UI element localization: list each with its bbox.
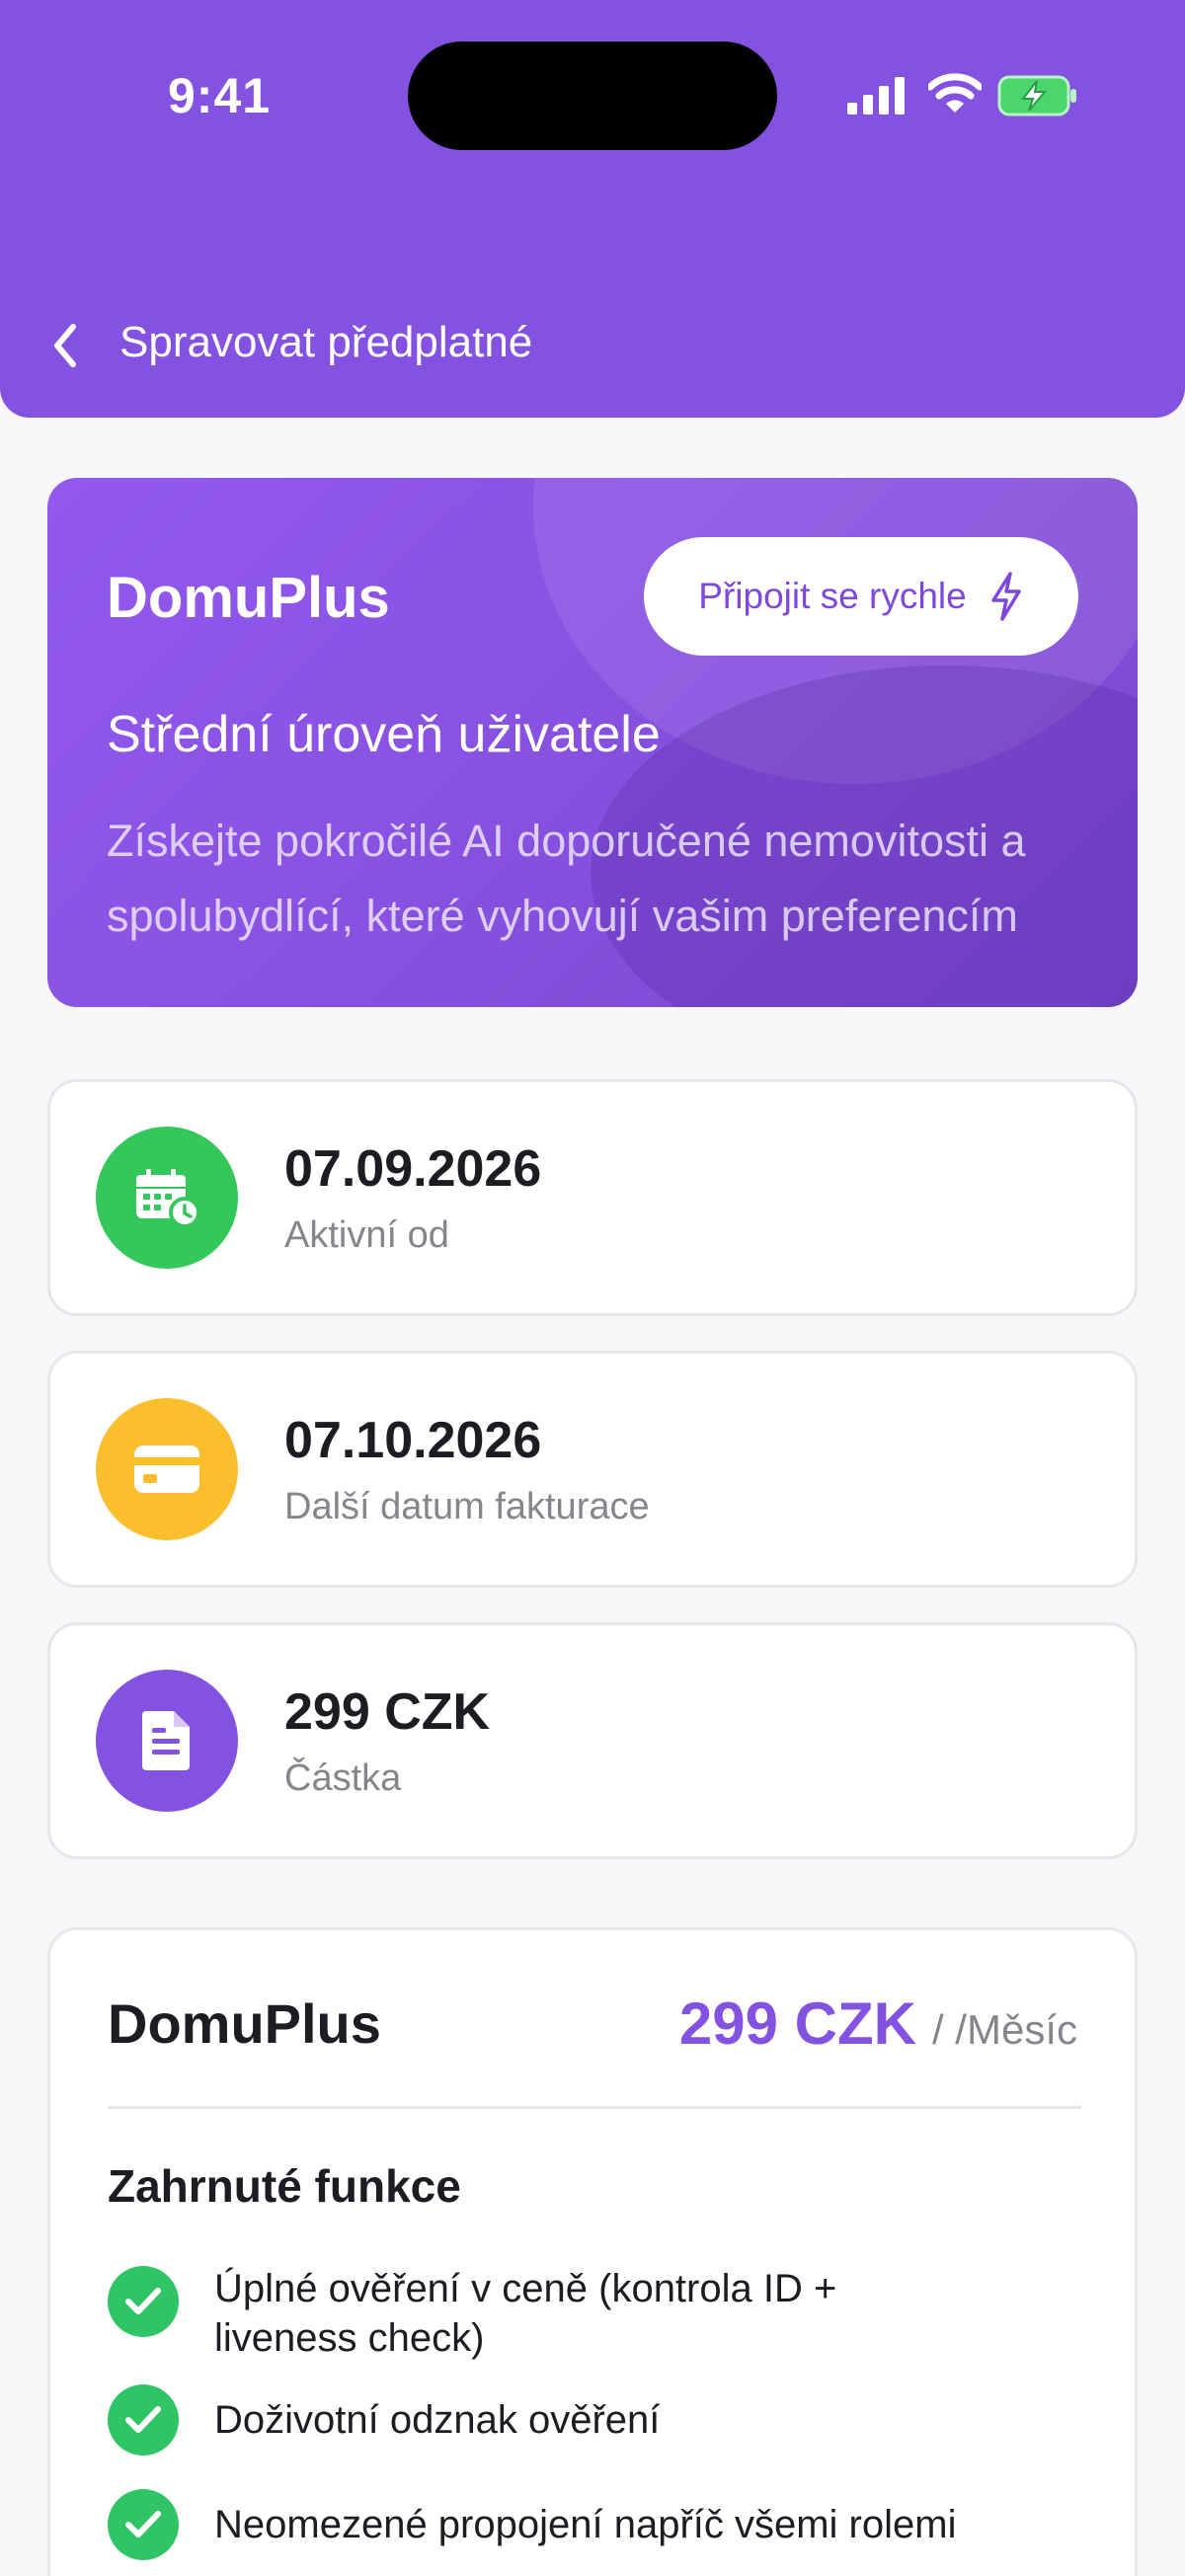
status-time: 9:41 xyxy=(168,68,272,123)
check-icon xyxy=(108,2266,179,2337)
join-quickly-button[interactable]: Připojit se rychle xyxy=(644,537,1078,656)
active-since-value: 07.09.2026 xyxy=(284,1140,542,1198)
feature-item: Neomezené propojení napříč všemi rolemi xyxy=(108,2489,965,2560)
active-since-card: 07.09.2026 Aktivní od xyxy=(47,1079,1138,1316)
plan-hero-card: DomuPlus Připojit se rychle Střední úrov… xyxy=(47,478,1138,1007)
plan-name: DomuPlus xyxy=(108,1992,381,2055)
plan-price: 299 CZK xyxy=(678,1991,916,2057)
next-billing-card: 07.10.2026 Další datum fakturace xyxy=(47,1351,1138,1588)
feature-text: Úplné ověření v ceně (kontrola ID + live… xyxy=(214,2267,837,2360)
cellular-signal-icon xyxy=(847,77,905,115)
check-icon xyxy=(108,2489,179,2560)
back-button[interactable] xyxy=(45,316,85,375)
next-billing-label: Další datum fakturace xyxy=(284,1486,650,1527)
features-title: Zahrnuté funkce xyxy=(108,2160,461,2212)
hero-description: Získejte pokročilé AI doporučené nemovit… xyxy=(107,816,1026,941)
check-icon xyxy=(108,2384,179,2456)
app-header: 9:41 Spravovat předplatné xyxy=(0,0,1185,418)
divider xyxy=(108,2106,1081,2109)
amount-label: Částka xyxy=(284,1757,402,1799)
amount-card: 299 CZK Částka xyxy=(47,1622,1138,1859)
wifi-icon xyxy=(928,73,982,113)
next-billing-value: 07.10.2026 xyxy=(284,1412,542,1469)
lightning-icon xyxy=(990,572,1021,621)
hero-tier-subtitle: Střední úroveň uživatele xyxy=(107,706,661,763)
plan-period: / /Měsíc xyxy=(931,2006,1077,2053)
amount-value: 299 CZK xyxy=(284,1683,491,1741)
plan-details-card: DomuPlus 299 CZK / /Měsíc Zahrnuté funkc… xyxy=(47,1927,1138,2576)
feature-item: Úplné ověření v ceně (kontrola ID + live… xyxy=(108,2266,965,2363)
feature-item: Doživotní odznak ověření xyxy=(108,2384,965,2456)
join-quickly-label: Připojit se rychle xyxy=(698,576,967,616)
calendar-clock-icon xyxy=(96,1127,238,1269)
feature-text: Neomezené propojení napříč všemi rolemi xyxy=(214,2503,957,2546)
page-title: Spravovat předplatné xyxy=(119,318,533,366)
plan-price-group: 299 CZK / /Měsíc xyxy=(679,1990,1077,2058)
hero-plan-name: DomuPlus xyxy=(107,566,390,630)
dynamic-island xyxy=(408,41,777,150)
battery-charging-icon xyxy=(997,75,1076,117)
document-icon xyxy=(96,1670,238,1812)
credit-card-icon xyxy=(96,1398,238,1540)
feature-text: Doživotní odznak ověření xyxy=(214,2398,661,2442)
active-since-label: Aktivní od xyxy=(284,1214,449,1256)
chevron-left-icon xyxy=(54,324,76,367)
